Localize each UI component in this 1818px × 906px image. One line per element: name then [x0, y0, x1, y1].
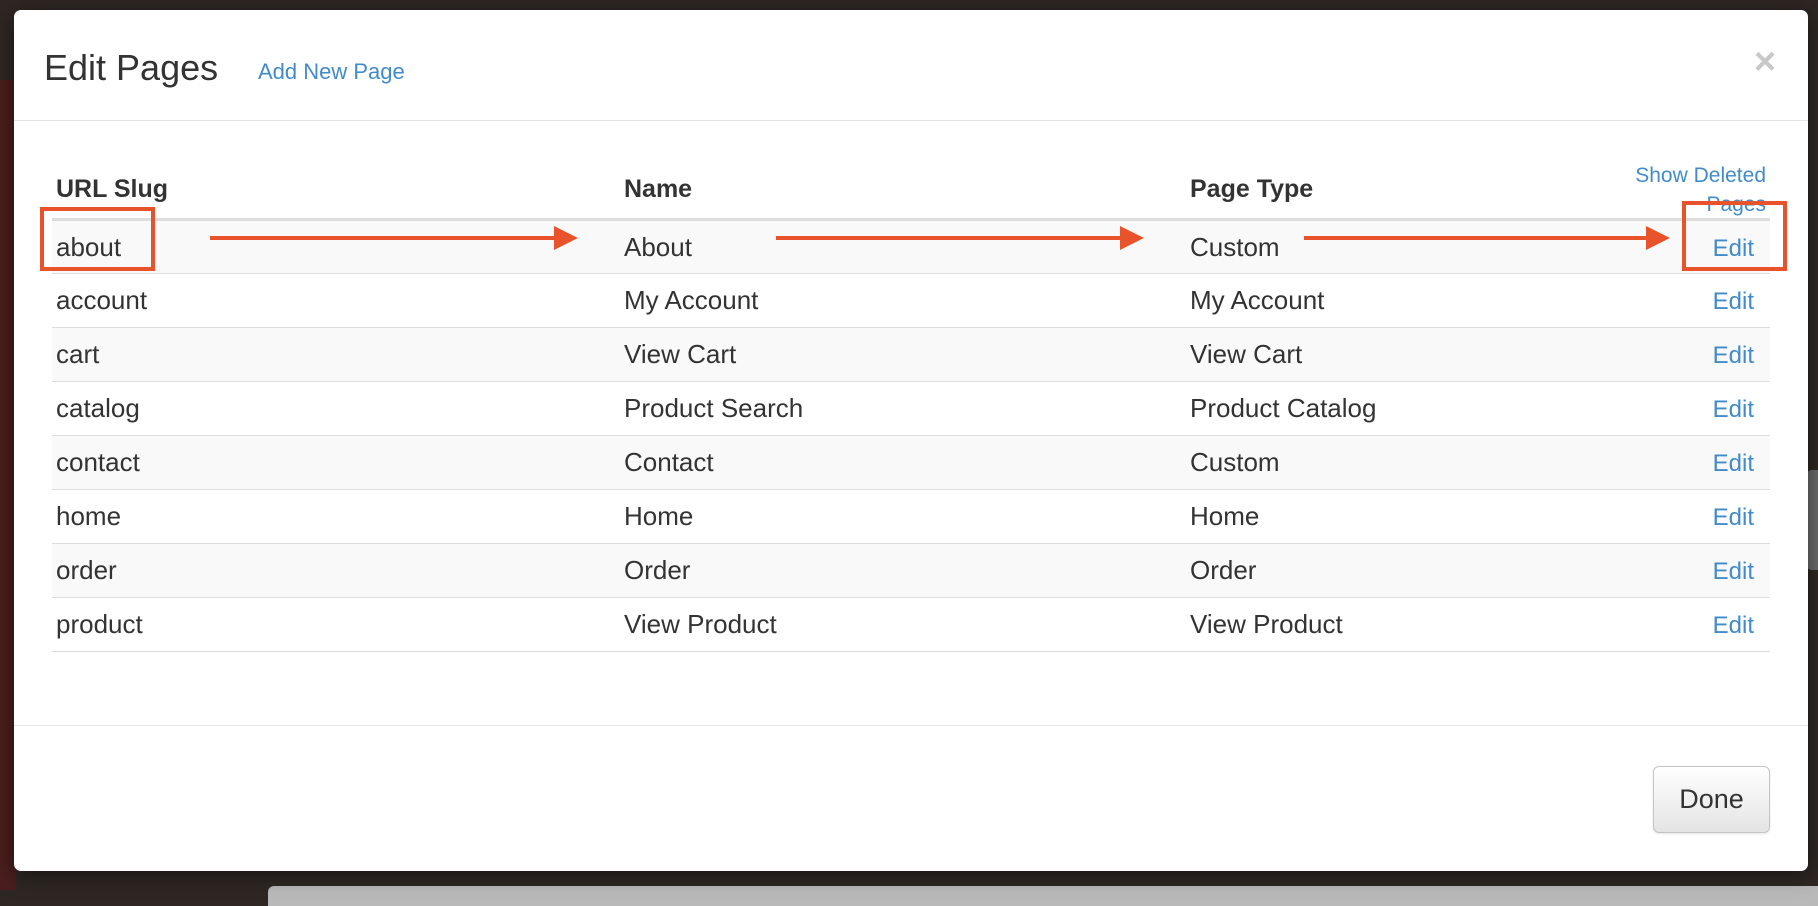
table-row: cart View Cart View Cart Edit: [52, 327, 1770, 382]
modal-body: URL Slug Name Page Type Show Deleted Pag…: [52, 160, 1770, 652]
edit-catalog-link[interactable]: Edit: [1713, 396, 1754, 423]
table-row: order Order Order Edit: [52, 543, 1770, 598]
row-actions: Edit: [1596, 273, 1770, 328]
modal-footer: Done: [14, 725, 1808, 871]
edit-pages-modal: Edit Pages Add New Page × URL Slug Name …: [14, 10, 1808, 871]
table-row: product View Product View Product Edit: [52, 597, 1770, 652]
edit-order-link[interactable]: Edit: [1713, 558, 1754, 585]
row-name: View Product: [620, 597, 1186, 652]
row-name: View Cart: [620, 327, 1186, 382]
row-name: My Account: [620, 273, 1186, 328]
row-type: Order: [1186, 543, 1596, 598]
row-slug: home: [52, 489, 620, 544]
edit-product-link[interactable]: Edit: [1713, 612, 1754, 639]
edit-cart-link[interactable]: Edit: [1713, 342, 1754, 369]
edit-about-link[interactable]: Edit: [1713, 235, 1754, 262]
table-row: catalog Product Search Product Catalog E…: [52, 381, 1770, 436]
row-actions: Edit: [1596, 489, 1770, 544]
table-row: about About Custom Edit: [52, 219, 1770, 274]
row-type: View Product: [1186, 597, 1596, 652]
row-type: Custom: [1186, 219, 1596, 274]
row-slug: catalog: [52, 381, 620, 436]
row-actions: Edit: [1596, 327, 1770, 382]
row-type: View Cart: [1186, 327, 1596, 382]
row-slug: about: [52, 219, 620, 274]
table-row: account My Account My Account Edit: [52, 273, 1770, 328]
edit-home-link[interactable]: Edit: [1713, 504, 1754, 531]
row-name: About: [620, 219, 1186, 274]
edit-account-link[interactable]: Edit: [1713, 288, 1754, 315]
column-header-page-type: Page Type: [1186, 160, 1596, 221]
row-actions: Edit: [1596, 435, 1770, 490]
show-deleted-pages-link[interactable]: Show Deleted Pages: [1635, 164, 1766, 216]
row-type: My Account: [1186, 273, 1596, 328]
close-icon[interactable]: ×: [1750, 42, 1780, 82]
modal-title: Edit Pages: [44, 47, 219, 88]
row-name: Order: [620, 543, 1186, 598]
column-header-url-slug: URL Slug: [52, 160, 620, 221]
column-header-name: Name: [620, 160, 1186, 221]
row-slug: contact: [52, 435, 620, 490]
row-type: Custom: [1186, 435, 1596, 490]
done-button[interactable]: Done: [1653, 766, 1770, 833]
column-header-actions: Show Deleted Pages: [1596, 160, 1770, 221]
row-slug: order: [52, 543, 620, 598]
row-actions: Edit: [1596, 381, 1770, 436]
edit-contact-link[interactable]: Edit: [1713, 450, 1754, 477]
row-type: Product Catalog: [1186, 381, 1596, 436]
row-name: Home: [620, 489, 1186, 544]
pages-table: URL Slug Name Page Type Show Deleted Pag…: [52, 160, 1770, 652]
background-footer-bar: [268, 886, 1818, 906]
row-slug: product: [52, 597, 620, 652]
row-actions: Edit: [1596, 219, 1770, 274]
row-type: Home: [1186, 489, 1596, 544]
row-name: Contact: [620, 435, 1186, 490]
add-new-page-link[interactable]: Add New Page: [258, 59, 405, 85]
row-slug: account: [52, 273, 620, 328]
table-row: contact Contact Custom Edit: [52, 435, 1770, 490]
row-name: Product Search: [620, 381, 1186, 436]
table-header-row: URL Slug Name Page Type Show Deleted Pag…: [52, 160, 1770, 221]
row-slug: cart: [52, 327, 620, 382]
row-actions: Edit: [1596, 543, 1770, 598]
row-actions: Edit: [1596, 597, 1770, 652]
table-row: home Home Home Edit: [52, 489, 1770, 544]
modal-header: Edit Pages Add New Page ×: [14, 10, 1808, 121]
